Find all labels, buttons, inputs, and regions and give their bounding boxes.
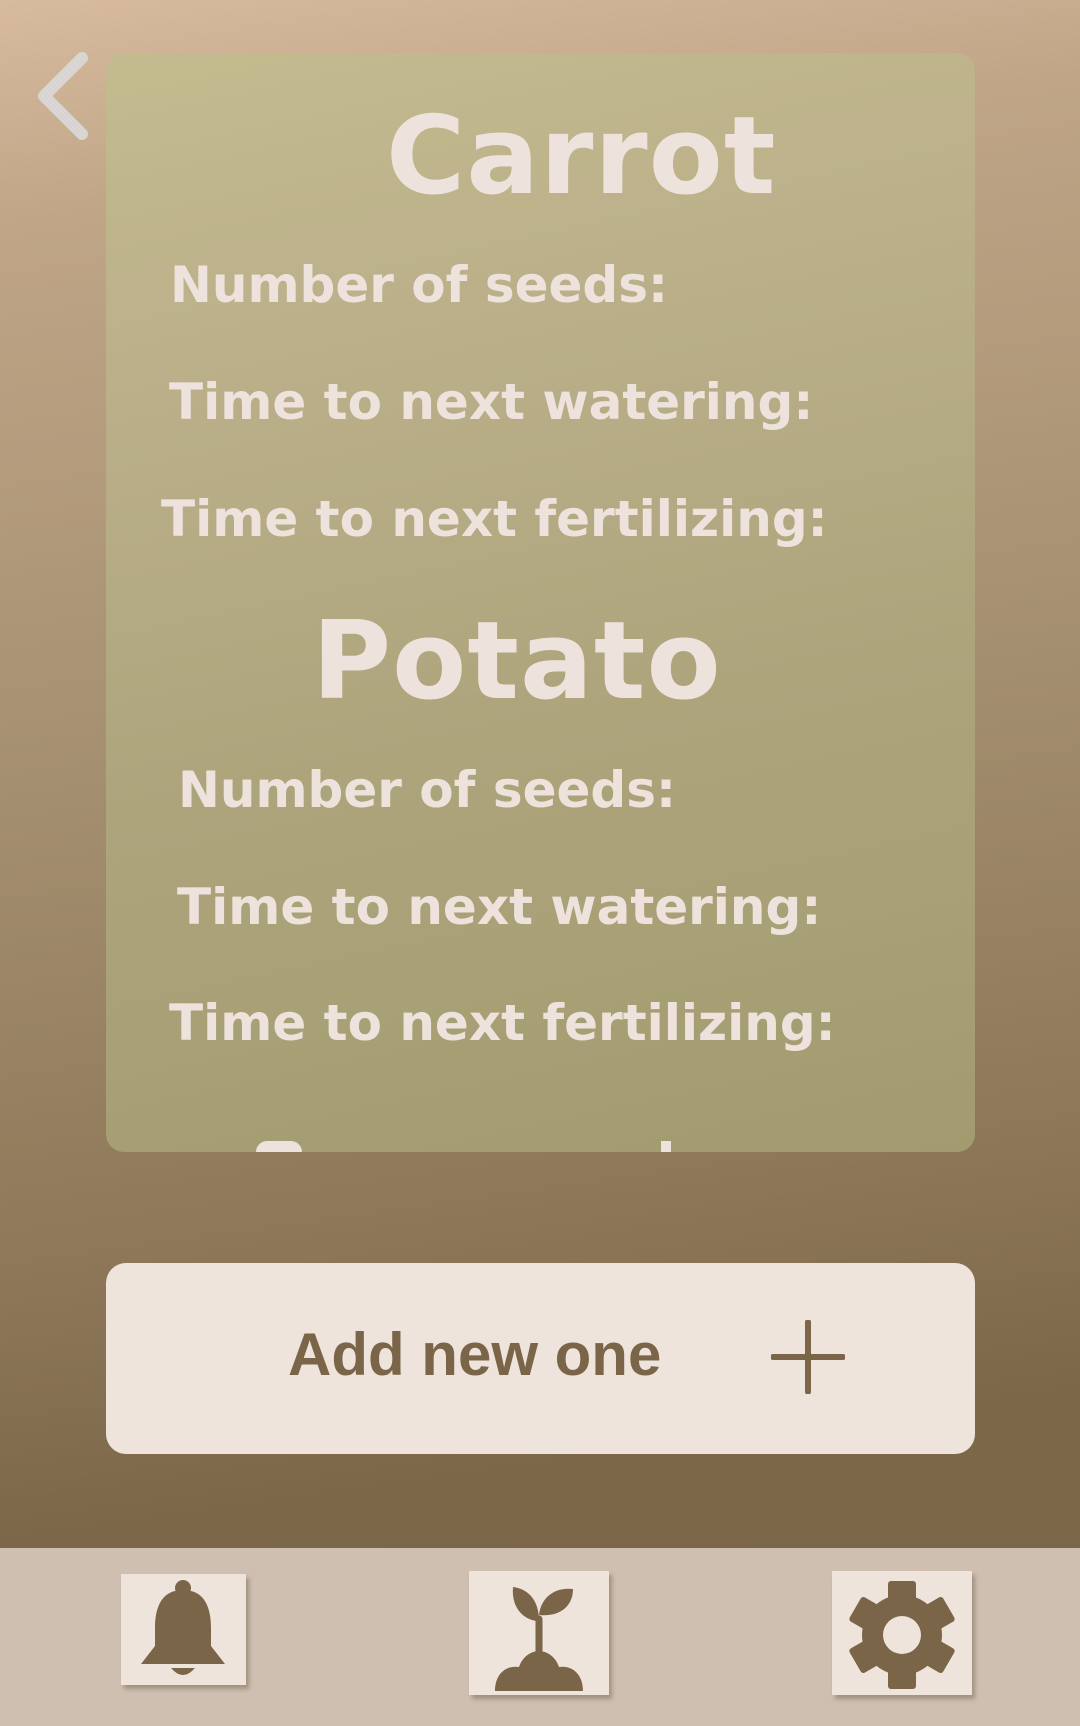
add-new-label: Add new one	[288, 1321, 662, 1388]
plant-name-carrot: Carrot	[386, 94, 777, 219]
plus-icon	[771, 1320, 845, 1394]
fertilizing-label: Time to next fertilizing:	[161, 490, 828, 548]
nav-plants-button[interactable]	[469, 1571, 609, 1695]
back-button[interactable]	[34, 52, 94, 142]
fertilizing-label: Time to next fertilizing:	[169, 994, 836, 1052]
watering-label: Time to next watering:	[177, 878, 822, 936]
bottom-nav	[0, 1548, 1080, 1726]
plant-name-potato: Potato	[312, 599, 722, 724]
sprout-icon	[495, 1587, 583, 1691]
plant-list-card[interactable]: Carrot Number of seeds: Time to next wat…	[106, 53, 975, 1152]
nav-notifications-button[interactable]	[121, 1574, 246, 1685]
seeds-label: Number of seeds:	[178, 761, 676, 819]
nav-settings-button[interactable]	[832, 1571, 972, 1695]
next-plant-name-clipped	[256, 1141, 816, 1152]
watering-label: Time to next watering:	[169, 373, 814, 431]
gear-icon	[849, 1581, 955, 1689]
bell-icon	[141, 1580, 225, 1675]
chevron-left-icon	[38, 52, 88, 140]
add-new-button[interactable]: Add new one	[106, 1263, 975, 1454]
seeds-label: Number of seeds:	[170, 256, 668, 314]
